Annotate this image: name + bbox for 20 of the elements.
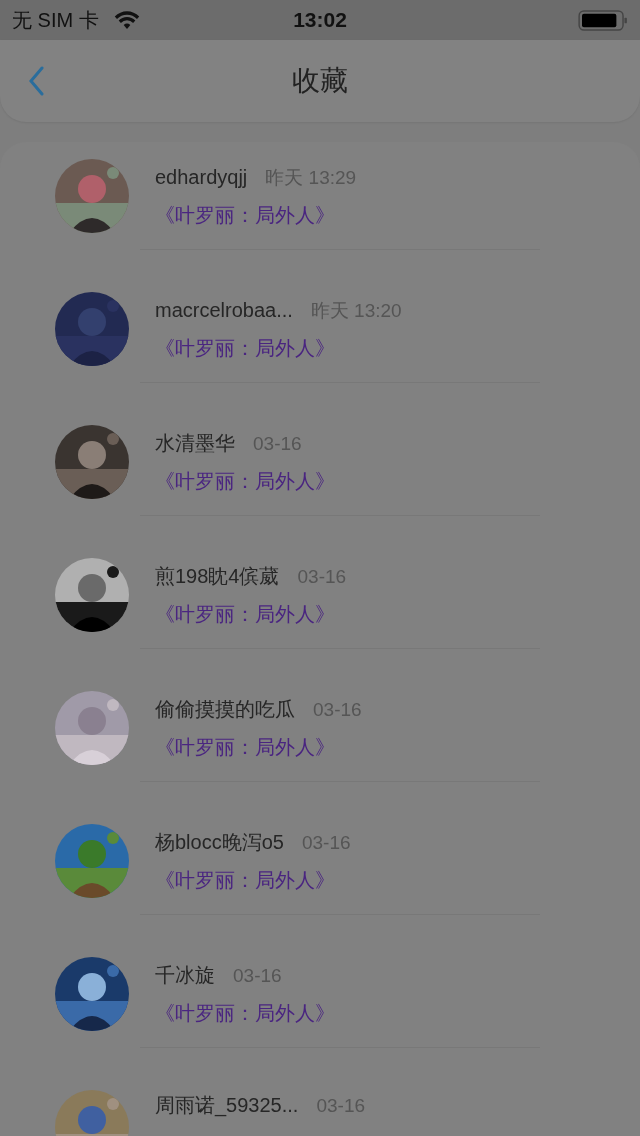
user-name: 千冰旋: [155, 962, 215, 988]
book-title: 《叶罗丽：局外人》: [155, 602, 336, 628]
wifi-icon: [112, 10, 141, 30]
user-name: macrcelrobaa...: [155, 297, 293, 323]
battery-icon: [578, 9, 628, 31]
book-title: 《叶罗丽：局外人》: [155, 469, 335, 495]
book-title: 《叶罗丽：局外人》: [155, 735, 336, 761]
book-title: 《叶罗丽：局外人》: [155, 336, 336, 362]
user-name: 水清墨华: [155, 430, 235, 456]
book-title: 《叶罗丽：局外人》: [155, 1001, 335, 1027]
book-title: 《叶罗丽：局外人》: [155, 868, 336, 894]
user-name: 煎198眈4傧葳: [155, 563, 280, 589]
page-title: 收藏: [292, 64, 348, 98]
user-name: edhardyqjj: [155, 164, 248, 190]
user-name: 偷偷摸摸的吃瓜: [155, 696, 295, 722]
user-name: 周雨诺_59325...: [155, 1093, 299, 1119]
clock: 13:02: [293, 7, 347, 34]
carrier-label: 无 SIM 卡: [12, 8, 99, 33]
book-title: 《叶罗丽：局外人》: [155, 203, 336, 229]
user-name: 杨blocc晚泻o5: [155, 829, 284, 855]
